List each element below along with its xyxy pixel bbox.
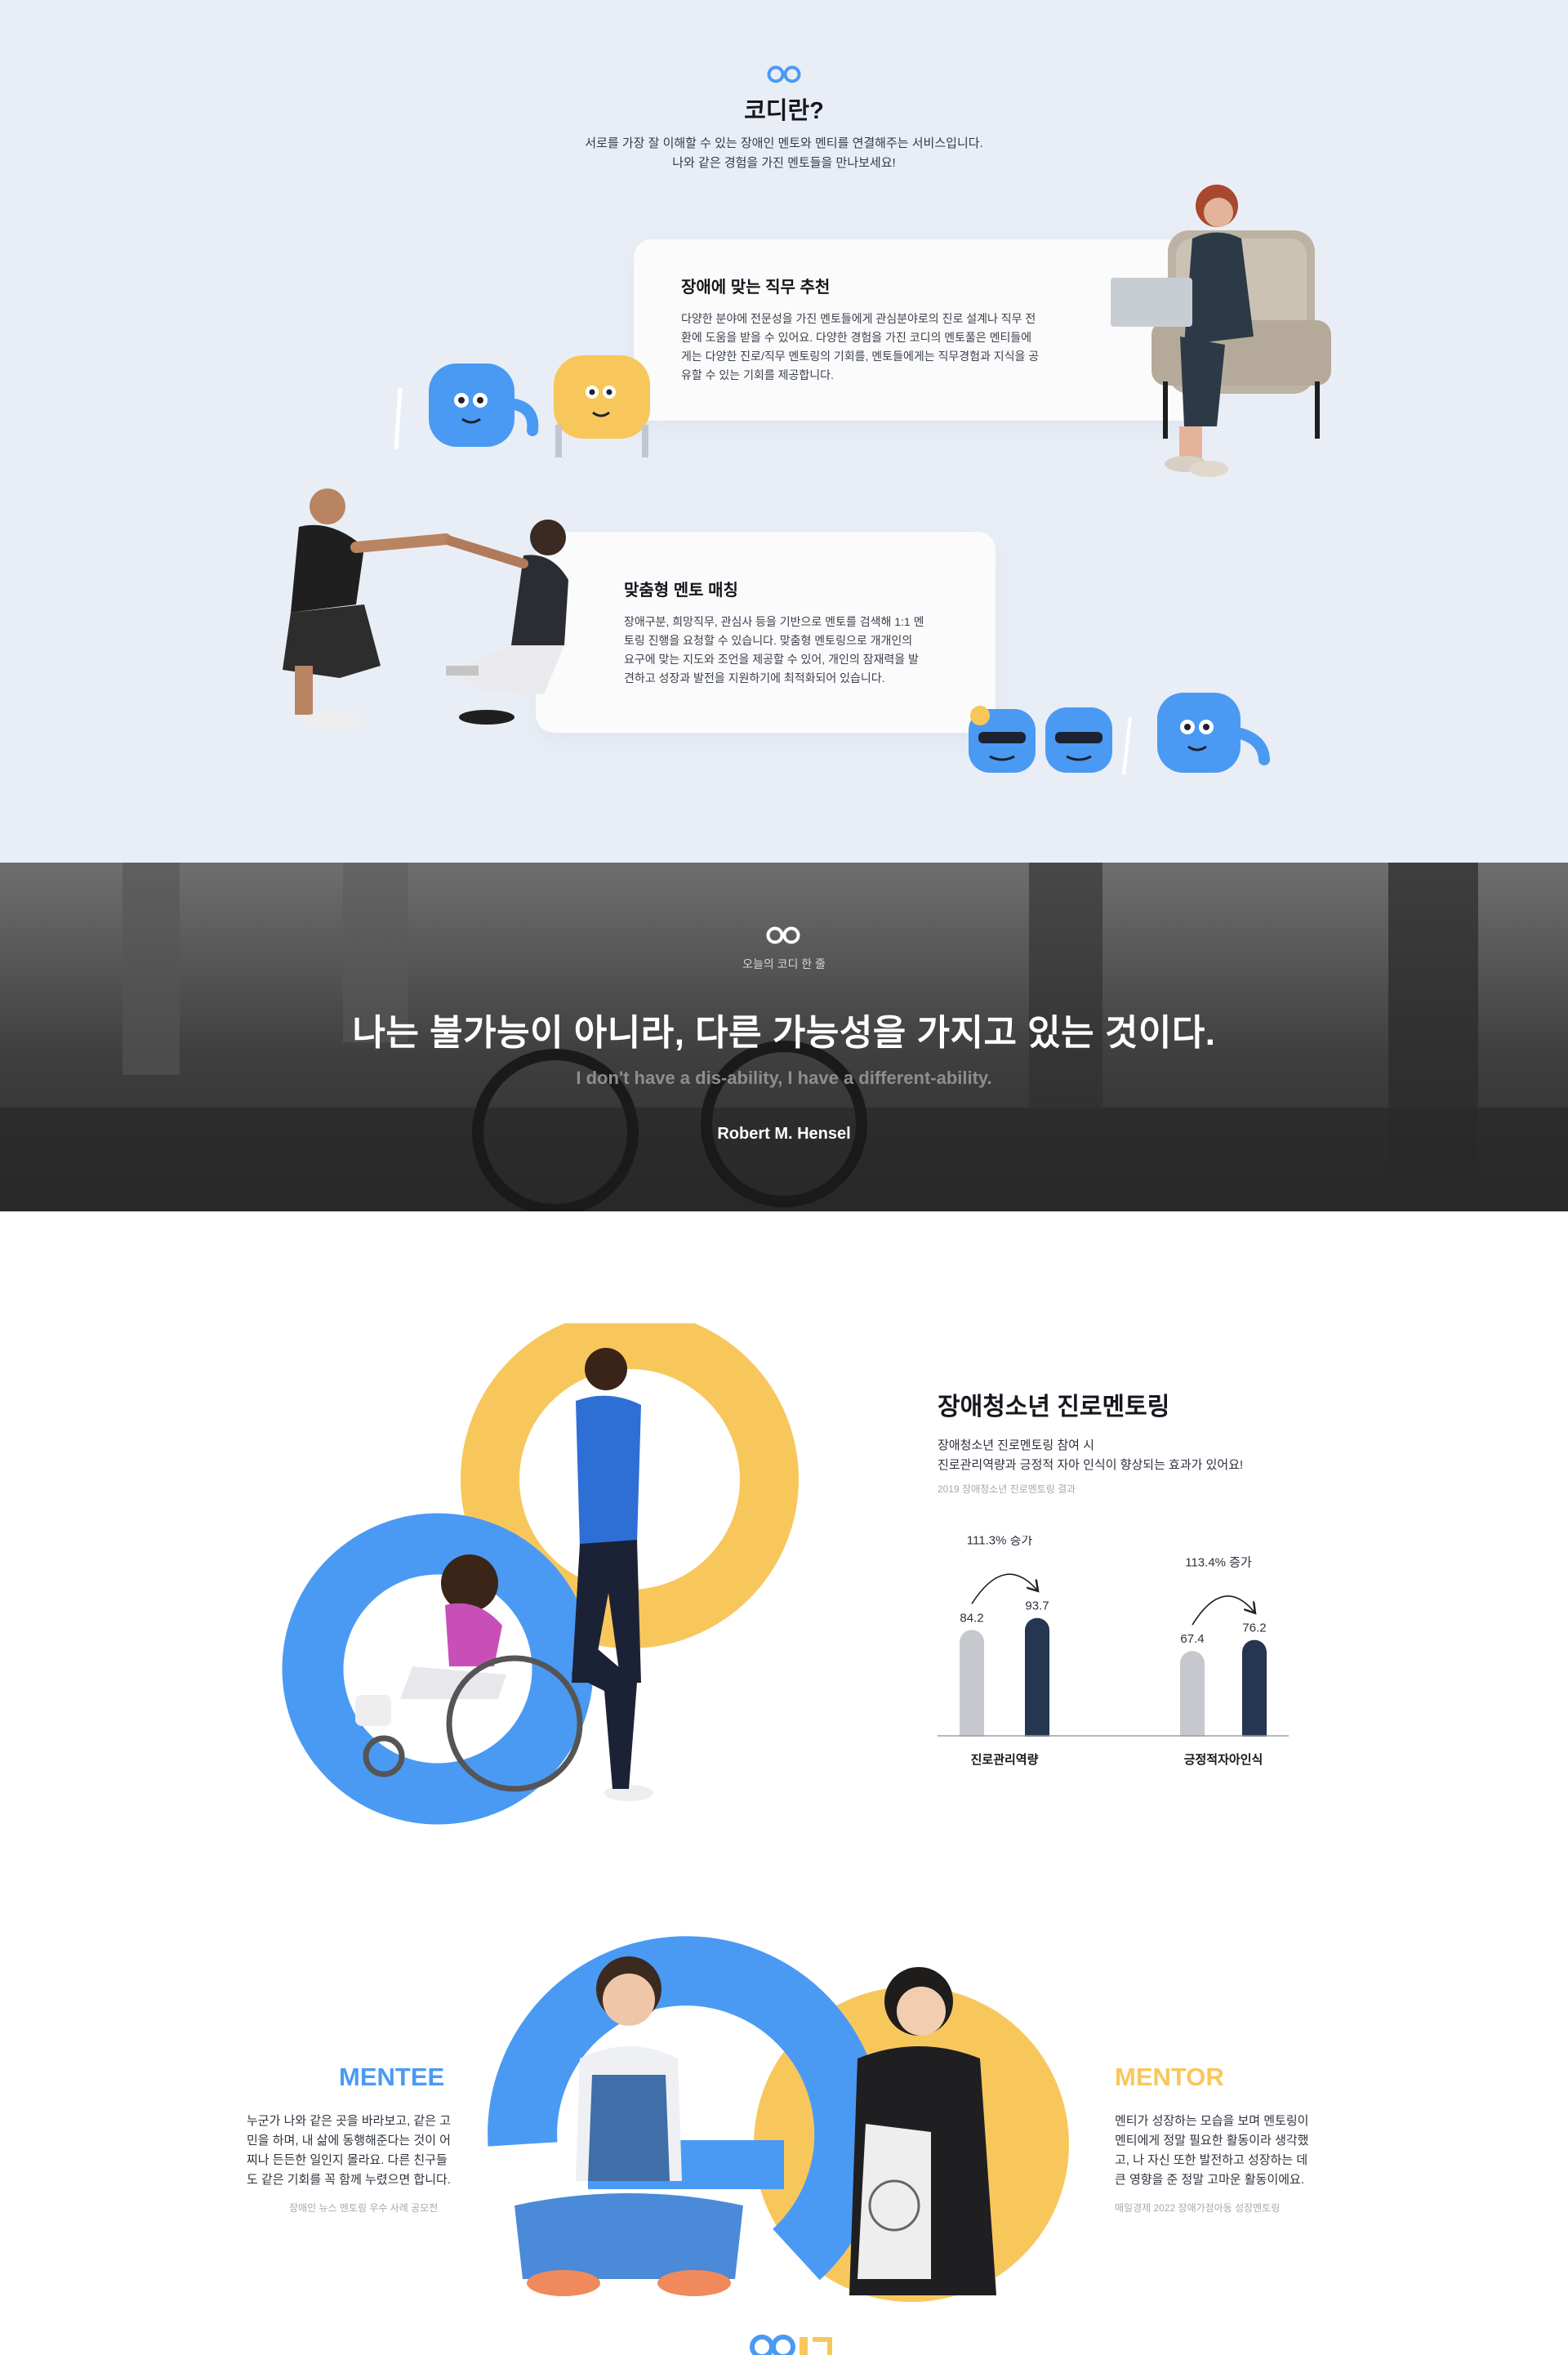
stats-title: 장애청소년 진로멘토링	[938, 1394, 1170, 1421]
chart-bar	[1025, 1617, 1049, 1748]
chart-data-label: 93.7	[1025, 1599, 1049, 1613]
codi-logo-icon	[767, 65, 801, 83]
chart-category-label: 긍정적자아인식	[1184, 1752, 1263, 1767]
chart-bar	[1242, 1639, 1267, 1748]
intro-description: 서로를 가장 잘 이해할 수 있는 장애인 멘토와 멘티를 연결해주는 서비스입…	[0, 134, 1568, 173]
feature-desc: 장애구분, 희망직무, 관심사 등을 기반으로 멘토를 검색해 1:1 멘 토링…	[624, 615, 924, 685]
quote-english: I don't have a dis-ability, I have a dif…	[576, 1068, 992, 1088]
feature-card-matching: 맞춤형 멘토 매칭 장애구분, 희망직무, 관심사 등을 기반으로 멘토를 검색…	[536, 532, 996, 733]
chart-bar	[1180, 1651, 1205, 1748]
chart-bar	[960, 1630, 984, 1748]
mentee-quote: 누군가 나와 같은 곳을 바라보고, 같은 고 민을 하며, 내 삶에 동행해준…	[247, 2114, 451, 2187]
feature-title: 맞춤형 멘토 매칭	[624, 582, 738, 600]
mentee-title: MENTEE	[339, 2063, 445, 2091]
exercise-partners-photo	[283, 488, 568, 729]
feature-title: 장애에 맞는 직무 추천	[681, 279, 831, 297]
mentor-title: MENTOR	[1115, 2063, 1224, 2091]
chart-category-label: 진로관리역량	[971, 1752, 1039, 1767]
stats-description: 장애청소년 진로멘토링 참여 시 진로관리역량과 긍정적 자아 인식이 향상되는…	[938, 1438, 1244, 1472]
woman-armchair-photo	[1111, 185, 1331, 477]
chart-data-label: 84.2	[960, 1611, 983, 1625]
wheelchair-duo-photo	[282, 1323, 799, 1825]
mascot-group-2-icon	[969, 693, 1270, 775]
quote-text: 나는 불가능이 아니라, 다른 가능성을 가지고 있는 것이다.	[352, 1013, 1216, 1053]
stats-source: 2019 장애청소년 진로멘토링 결과	[938, 1483, 1076, 1495]
mentee-mentor-photo	[488, 1936, 1069, 2302]
quote-author: Robert M. Hensel	[717, 1125, 851, 1143]
intro-desc-line: 나와 같은 경험을 가진 멘토들을 만나보세요!	[672, 156, 896, 170]
intro-title: 코디란?	[744, 98, 824, 124]
career-mentoring-bar-chart: 84.2 93.7 111.3% 증가진로관리역량 67.4 76.2 113.4% 증가…	[923, 1536, 1298, 1767]
mentee-source: 장애인 뉴스 멘토링 우수 사례 공모전	[289, 2202, 439, 2214]
intro-desc-line: 서로를 가장 잘 이해할 수 있는 장애인 멘토와 멘티를 연결해주는 서비스입…	[585, 136, 983, 150]
chart-data-label: 67.4	[1180, 1632, 1204, 1646]
mascot-group-1-icon	[394, 355, 650, 457]
quote-subtitle: 오늘의 코디 한 줄	[742, 957, 826, 970]
codi-logo-icon	[766, 926, 800, 944]
chart-annotation: 113.4% 증가	[1185, 1556, 1252, 1570]
feature-desc: 다양한 분야에 전문성을 가진 멘토들에게 관심분야로의 진로 설계나 직무 전…	[681, 312, 1040, 381]
mentor-source: 매일경제 2022 장애가정아동 성장멘토링	[1115, 2202, 1281, 2214]
mentor-quote: 멘티가 성장하는 모습을 보며 멘토링이 멘티에게 정말 필요한 활동이라 생각…	[1115, 2114, 1309, 2187]
codi-wordmark-logo	[750, 2335, 832, 2355]
chart-annotation: 111.3% 증가	[967, 1536, 1033, 1548]
chart-data-label: 76.2	[1242, 1621, 1266, 1635]
intro-section: 코디란? 서로를 가장 잘 이해할 수 있는 장애인 멘토와 멘티를 연결해주는…	[0, 0, 1568, 863]
